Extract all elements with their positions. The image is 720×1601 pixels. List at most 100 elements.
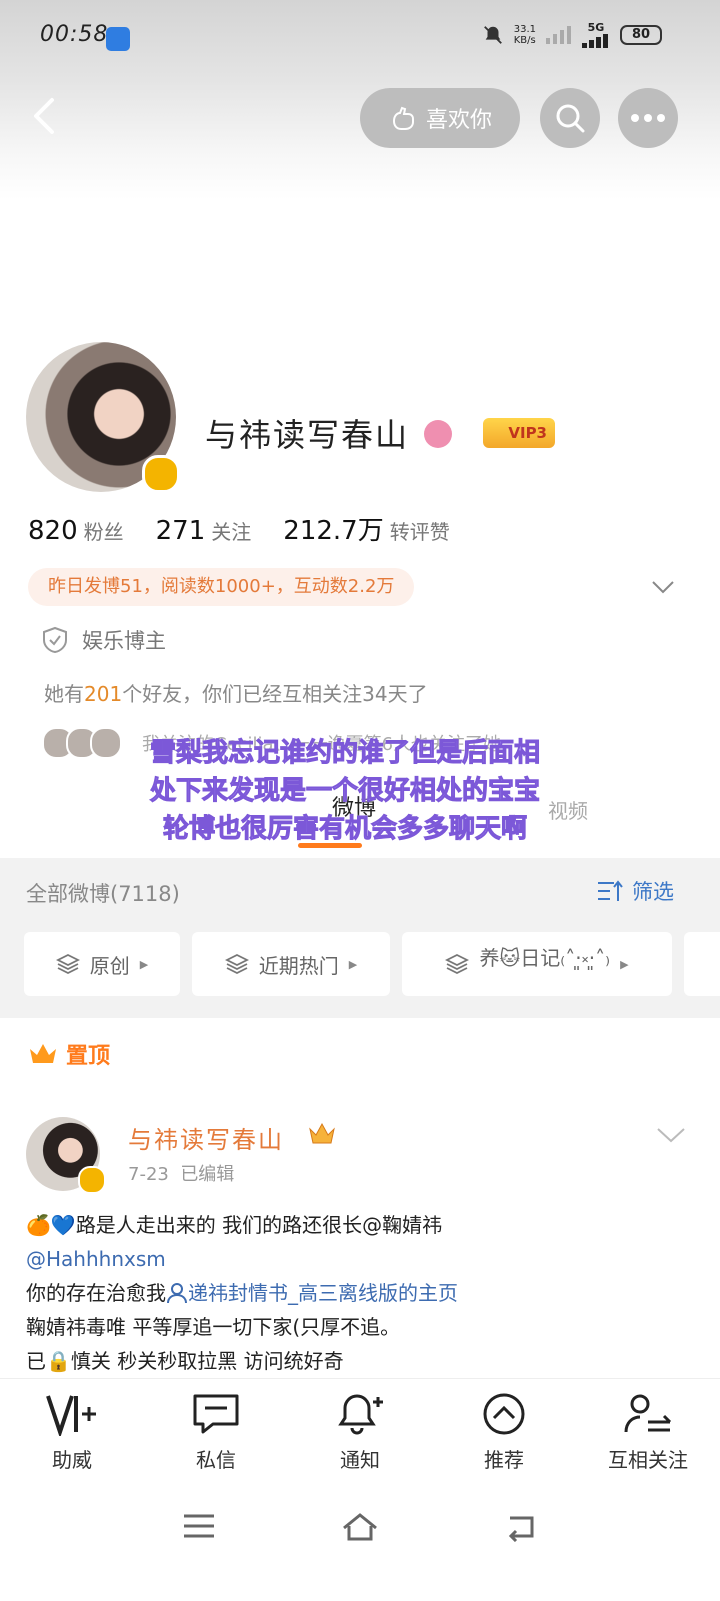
friends-prefix: 她有 — [44, 682, 84, 706]
stat-number: 212.7万 — [283, 516, 384, 546]
battery-indicator: 80 — [620, 25, 662, 45]
net-unit: KB/s — [513, 35, 536, 46]
tab-recommend[interactable]: 推荐 — [444, 1392, 564, 1473]
stat-number: 820 — [28, 516, 78, 546]
pinned-label: 置顶 — [66, 1044, 111, 1069]
layers-icon — [55, 953, 80, 975]
hotspot-icon — [106, 27, 130, 51]
stat-label: 关注 — [211, 520, 252, 544]
net-speed: 33.1 — [513, 24, 536, 35]
chip-label: 原创 — [89, 953, 130, 978]
chip-recent-hot[interactable]: 近期热门 ▶ — [192, 932, 390, 996]
stat-fans[interactable]: 820 粉丝 — [28, 516, 124, 546]
caret-right-icon: ▶ — [348, 957, 358, 971]
filter-label: 筛选 — [632, 880, 674, 904]
chevron-down-icon[interactable] — [656, 1125, 686, 1147]
person-icon — [167, 1283, 187, 1304]
post-profile-link[interactable]: 递祎封情书_高三离线版的主页 — [188, 1281, 458, 1305]
filter-button[interactable]: 筛选 — [596, 876, 674, 906]
chip-cat-diary[interactable]: 养🐱日记₍˄·͈༝·͈˄₎ ▶ — [402, 932, 672, 996]
post-emoji: 🍊💙 — [26, 1213, 76, 1237]
friends-info: 她有201个好友，你们已经互相关注34天了 — [44, 678, 428, 707]
profile-name: 与祎读写春山 — [205, 416, 410, 454]
status-time: 00:58 — [40, 22, 109, 47]
menu-icon[interactable] — [182, 1512, 216, 1540]
chip-label: 养🐱日记₍˄·͈༝·͈˄₎ — [479, 946, 611, 970]
recommend-icon — [483, 1393, 525, 1435]
stat-following[interactable]: 271 关注 — [156, 516, 252, 546]
caption-line: 轮博也很厉害有机会多多聊天啊 — [162, 814, 527, 845]
tab-cheer[interactable]: 助威 — [12, 1392, 132, 1473]
stat-label: 转评赞 — [389, 520, 450, 544]
caption-line: 处下来发现是一个很好相处的宝宝 — [149, 776, 540, 807]
friends-count[interactable]: 201 — [84, 682, 122, 706]
post-author[interactable]: 与祎读写春山 — [128, 1120, 284, 1155]
back-icon[interactable] — [26, 96, 66, 136]
shield-icon — [43, 626, 67, 654]
message-icon — [193, 1394, 239, 1434]
signal-weak-icon — [546, 26, 571, 44]
tab-label: 互相关注 — [608, 1448, 688, 1472]
post-meta: 7-23 已编辑 — [128, 1160, 234, 1186]
chip-label: 近期热门 — [258, 953, 339, 978]
stat-interactions[interactable]: 212.7万 转评赞 — [283, 510, 449, 547]
chip-original[interactable]: 原创 ▶ — [24, 932, 180, 996]
verified-badge-icon — [78, 1166, 106, 1194]
search-button[interactable] — [540, 88, 600, 148]
post-edited: 已编辑 — [180, 1164, 235, 1185]
chevron-down-icon[interactable] — [650, 574, 676, 600]
more-icon — [631, 114, 665, 122]
post-date: 7-23 — [128, 1164, 169, 1185]
post-text-line: 你的存在治愈我 — [26, 1281, 166, 1305]
like-you-label: 喜欢你 — [425, 108, 492, 133]
caption-overlay: 雪梨我忘记谁约的谁了但是后面相 处下来发现是一个很好相处的宝宝 轮博也很厉害有机… — [50, 734, 640, 848]
post-mention[interactable]: @Hahhhnxsm — [26, 1242, 686, 1276]
post-text-line: 已🔒慎关 秒关秒取拉黑 访问统好奇 — [26, 1349, 344, 1373]
role-label: 娱乐博主 — [82, 629, 166, 653]
status-indicators: 33.1 KB/s 5G 80 — [482, 22, 662, 48]
mutual-follow-icon — [624, 1394, 672, 1433]
role-row: 娱乐博主 — [42, 625, 166, 655]
layers-icon — [445, 953, 470, 975]
filter-icon — [598, 880, 623, 901]
tab-label: 通知 — [340, 1448, 380, 1472]
network-type: 5G — [587, 21, 605, 34]
post-body: 🍊💙路是人走出来的 我们的路还很长@鞠婧祎 @Hahhhnxsm 你的存在治愈我… — [26, 1208, 686, 1378]
system-nav-bar — [0, 1512, 720, 1542]
tab-notifications[interactable]: 通知 — [300, 1392, 420, 1473]
mute-bell-icon — [483, 26, 502, 44]
layers-icon — [224, 953, 249, 975]
stat-label: 粉丝 — [83, 520, 124, 544]
search-icon — [556, 104, 585, 133]
vip-crown-icon — [309, 1122, 335, 1144]
home-icon[interactable] — [341, 1512, 379, 1542]
caption-line: 雪梨我忘记谁约的谁了但是后面相 — [149, 738, 540, 769]
stat-number: 271 — [155, 516, 206, 546]
caret-right-icon: ▶ — [139, 957, 149, 971]
like-you-button[interactable]: 喜欢你 — [360, 88, 520, 148]
back-nav-icon[interactable] — [504, 1512, 538, 1542]
hand-heart-icon — [392, 106, 414, 130]
gender-icon — [424, 420, 452, 448]
signal-strong-icon — [582, 34, 608, 48]
crown-icon — [30, 1044, 56, 1063]
tab-label: 助威 — [52, 1448, 92, 1472]
tab-label: 推荐 — [484, 1448, 524, 1472]
all-posts-count: 全部微博(7118) — [26, 882, 180, 906]
vip-badge[interactable]: VIP3 — [483, 418, 555, 448]
bell-icon — [338, 1394, 383, 1435]
post-text-line: 鞠婧祎毒唯 平等厚追一切下家(只厚不追。 — [26, 1315, 401, 1339]
chip-overflow[interactable] — [684, 932, 720, 996]
cheer-icon — [46, 1395, 96, 1436]
pinned-label-row: 置顶 — [28, 1038, 110, 1070]
friends-suffix: 个好友，你们已经互相关注34天了 — [122, 682, 428, 706]
yesterday-stats-pill[interactable]: 昨日发博51，阅读数1000+，互动数2.2万 — [28, 568, 415, 606]
verified-badge-icon — [142, 455, 180, 493]
caret-right-icon: ▶ — [620, 957, 629, 971]
tab-mutual-follow[interactable]: 互相关注 — [588, 1392, 708, 1473]
profile-stats: 820 粉丝 271 关注 212.7万 转评赞 — [28, 510, 450, 547]
bottom-tabbar: 助威 私信 通知 推荐 互相关注 — [0, 1392, 720, 1473]
more-button[interactable] — [618, 88, 678, 148]
tab-messages[interactable]: 私信 — [156, 1392, 276, 1473]
tab-label: 私信 — [196, 1448, 236, 1472]
